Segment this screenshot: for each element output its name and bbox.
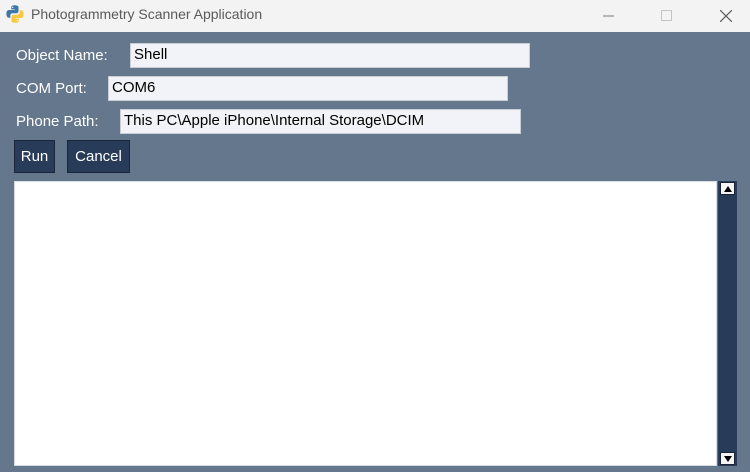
- close-button[interactable]: [703, 0, 749, 32]
- close-icon: [720, 10, 732, 22]
- object-name-input[interactable]: Shell: [130, 43, 530, 68]
- scroll-track[interactable]: [720, 196, 735, 451]
- arrow-up-icon: [724, 186, 732, 192]
- com-port-input[interactable]: COM6: [108, 76, 508, 101]
- vertical-scrollbar[interactable]: [718, 181, 737, 466]
- run-button[interactable]: Run: [14, 140, 55, 173]
- phone-path-label: Phone Path:: [16, 113, 99, 130]
- object-name-label: Object Name:: [16, 47, 108, 64]
- output-text-area[interactable]: [14, 181, 717, 466]
- minimize-button[interactable]: [586, 0, 632, 32]
- python-icon: [5, 4, 25, 24]
- window-titlebar[interactable]: Photogrammetry Scanner Application: [0, 0, 750, 32]
- scroll-up-button[interactable]: [720, 182, 735, 195]
- maximize-button[interactable]: [644, 0, 690, 32]
- window-title: Photogrammetry Scanner Application: [31, 6, 263, 22]
- arrow-down-icon: [724, 456, 732, 462]
- cancel-button[interactable]: Cancel: [67, 140, 130, 173]
- phone-path-input[interactable]: This PC\Apple iPhone\Internal Storage\DC…: [120, 109, 521, 134]
- maximize-icon: [661, 10, 672, 21]
- com-port-label: COM Port:: [16, 80, 87, 97]
- scroll-down-button[interactable]: [720, 452, 735, 465]
- minimize-icon: [603, 15, 614, 17]
